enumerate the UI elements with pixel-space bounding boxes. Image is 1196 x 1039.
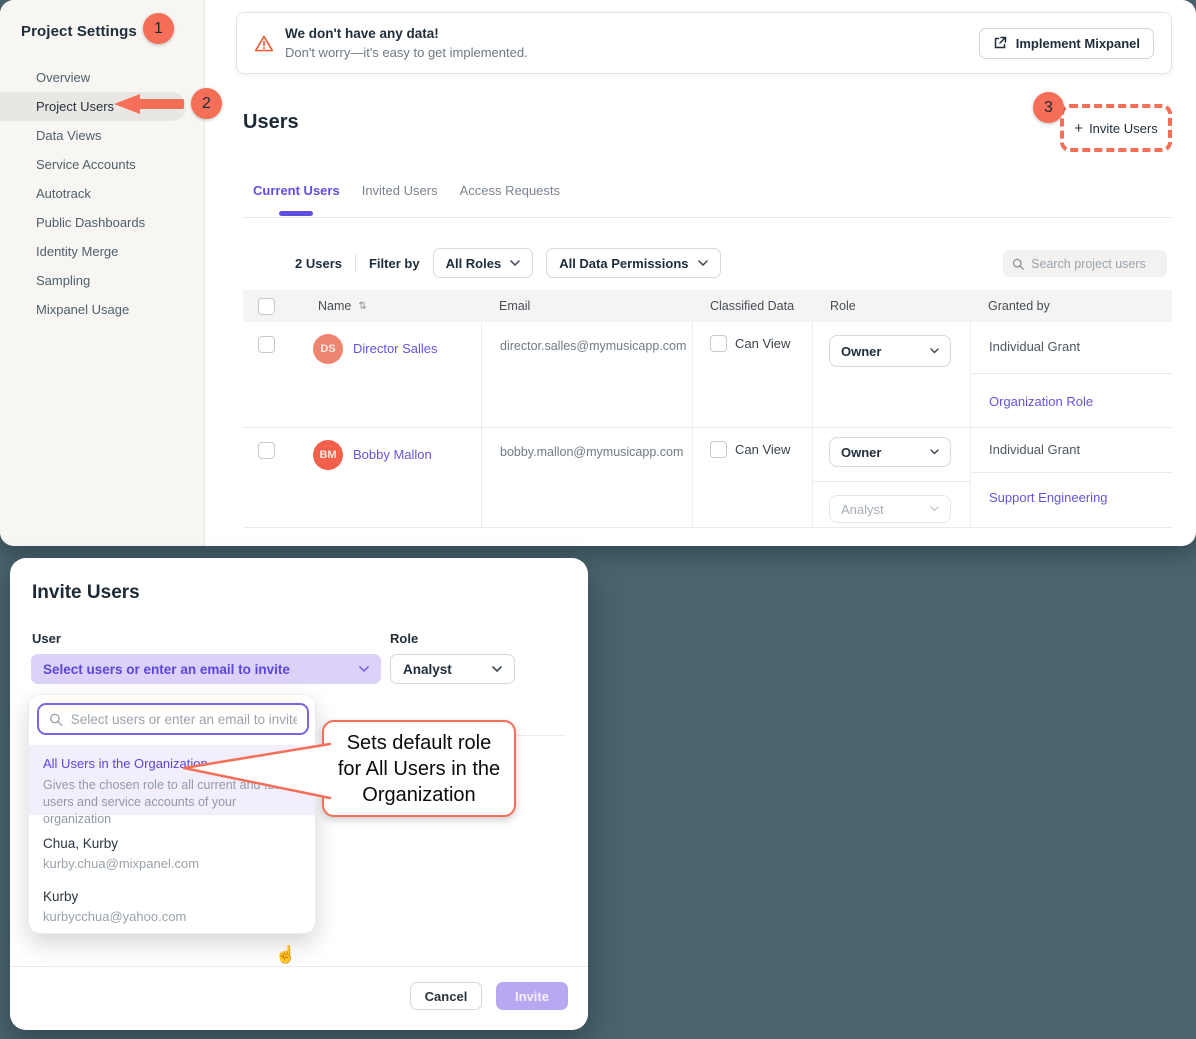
filters-bar: 2 Users Filter by All Roles All Data Per… <box>295 248 721 278</box>
modal-footer-divider <box>10 966 588 967</box>
page: Project Settings Overview Project Users … <box>0 0 1196 1039</box>
sidebar-item-autotrack[interactable]: Autotrack <box>0 179 204 208</box>
search-icon <box>49 712 63 727</box>
tab-invited-users[interactable]: Invited Users <box>362 183 438 216</box>
granted-by-cell: Individual Grant Organization Role <box>970 322 1172 427</box>
user-select[interactable]: Select users or enter an email to invite <box>31 654 381 684</box>
user-field-label: User <box>32 631 61 646</box>
user-select-dropdown: All Users in the Organization Gives the … <box>28 694 316 934</box>
granted-by-cell: Individual Grant Support Engineering <box>970 428 1172 527</box>
step-1-badge: 1 <box>143 13 174 44</box>
role-select[interactable]: Owner <box>829 335 951 367</box>
search-input[interactable] <box>1031 257 1158 271</box>
chevron-down-icon <box>492 666 502 672</box>
sidebar-item-overview[interactable]: Overview <box>0 63 204 92</box>
main-content: We don't have any data! Don't worry—it's… <box>205 0 1196 546</box>
table-header: Name⇅ Email Classified Data Role Granted… <box>243 290 1172 322</box>
tab-access-requests[interactable]: Access Requests <box>460 183 560 216</box>
row-checkbox[interactable] <box>258 336 275 353</box>
granted-by-link[interactable]: Support Engineering <box>989 490 1108 505</box>
invite-users-button[interactable]: + Invite Users <box>1060 104 1172 152</box>
sidebar-item-identity-merge[interactable]: Identity Merge <box>0 237 204 266</box>
callout-tail <box>182 740 332 802</box>
tab-current-users[interactable]: Current Users <box>253 183 340 216</box>
avatar: BM <box>313 440 343 470</box>
cancel-button[interactable]: Cancel <box>410 982 482 1010</box>
granted-by-value: Individual Grant <box>971 428 1172 473</box>
modal-title: Invite Users <box>32 582 140 604</box>
chevron-down-icon <box>359 666 369 672</box>
step-2-badge: 2 <box>191 88 222 119</box>
can-view-label: Can View <box>735 442 790 457</box>
granted-by-link[interactable]: Organization Role <box>989 394 1093 409</box>
role-cell: Owner <box>812 322 970 427</box>
search-project-users[interactable] <box>1003 250 1167 277</box>
chevron-down-icon <box>930 506 939 512</box>
no-data-banner: We don't have any data! Don't worry—it's… <box>236 12 1172 74</box>
table-row: BM Bobby Mallon bobby.mallon@mymusicapp.… <box>243 428 1172 528</box>
divider <box>355 254 356 272</box>
sidebar-item-service-accounts[interactable]: Service Accounts <box>0 150 204 179</box>
user-name-link[interactable]: Bobby Mallon <box>353 447 432 462</box>
plus-icon: + <box>1074 120 1083 137</box>
callout-bubble: Sets default role for All Users in the O… <box>322 720 516 817</box>
avatar: DS <box>313 334 343 364</box>
permissions-filter-dropdown[interactable]: All Data Permissions <box>546 248 720 278</box>
warning-triangle-icon <box>254 34 274 53</box>
sidebar-item-mixpanel-usage[interactable]: Mixpanel Usage <box>0 295 204 324</box>
table-row: DS Director Salles director.salles@mymus… <box>243 322 1172 428</box>
users-tabs: Current Users Invited Users Access Reque… <box>253 183 560 216</box>
role-select-disabled: Analyst <box>829 495 951 523</box>
banner-title: We don't have any data! <box>285 26 528 41</box>
sidebar: Project Settings Overview Project Users … <box>0 0 205 546</box>
dropdown-search[interactable] <box>37 703 309 735</box>
role-select[interactable]: Analyst <box>390 654 515 684</box>
dropdown-search-input[interactable] <box>71 712 297 727</box>
role-cell: Owner Analyst <box>812 428 970 527</box>
user-email: bobby.mallon@mymusicapp.com <box>481 428 692 527</box>
chevron-down-icon <box>930 348 939 354</box>
project-settings-card: Project Settings Overview Project Users … <box>0 0 1196 546</box>
arrow-left-annotation-icon <box>112 92 188 116</box>
filter-by-label: Filter by <box>369 256 420 271</box>
chevron-down-icon <box>698 260 708 266</box>
sidebar-item-sampling[interactable]: Sampling <box>0 266 204 295</box>
sort-icon[interactable]: ⇅ <box>358 301 366 312</box>
chevron-down-icon <box>510 260 520 266</box>
hand-cursor-icon: ☝ <box>275 945 296 965</box>
sidebar-item-public-dashboards[interactable]: Public Dashboards <box>0 208 204 237</box>
option-user[interactable]: Kurby kurbycchua@yahoo.com <box>29 889 315 924</box>
role-select[interactable]: Owner <box>829 437 951 467</box>
implement-mixpanel-button[interactable]: Implement Mixpanel <box>979 28 1154 59</box>
can-view-checkbox[interactable] <box>710 335 727 352</box>
page-title: Project Settings <box>21 23 137 40</box>
external-link-icon <box>993 36 1007 50</box>
can-view-checkbox[interactable] <box>710 441 727 458</box>
users-heading: Users <box>243 111 299 134</box>
user-email: director.salles@mymusicapp.com <box>481 322 692 427</box>
tabs-divider <box>243 217 1172 218</box>
role-field-label: Role <box>390 631 418 646</box>
search-icon <box>1012 257 1024 271</box>
granted-by-value: Individual Grant <box>971 322 1172 374</box>
invite-button[interactable]: Invite <box>496 982 568 1010</box>
sidebar-item-data-views[interactable]: Data Views <box>0 121 204 150</box>
select-all-checkbox[interactable] <box>258 298 275 315</box>
step-3-badge: 3 <box>1033 92 1064 123</box>
users-table: Name⇅ Email Classified Data Role Granted… <box>243 290 1172 528</box>
can-view-label: Can View <box>735 336 790 351</box>
row-checkbox[interactable] <box>258 442 275 459</box>
option-user[interactable]: Chua, Kurby kurby.chua@mixpanel.com <box>29 836 315 871</box>
chevron-down-icon <box>930 449 939 455</box>
roles-filter-dropdown[interactable]: All Roles <box>433 248 534 278</box>
user-name-link[interactable]: Director Salles <box>353 341 438 356</box>
users-count: 2 Users <box>295 256 342 271</box>
banner-subtitle: Don't worry—it's easy to get implemented… <box>285 45 528 60</box>
